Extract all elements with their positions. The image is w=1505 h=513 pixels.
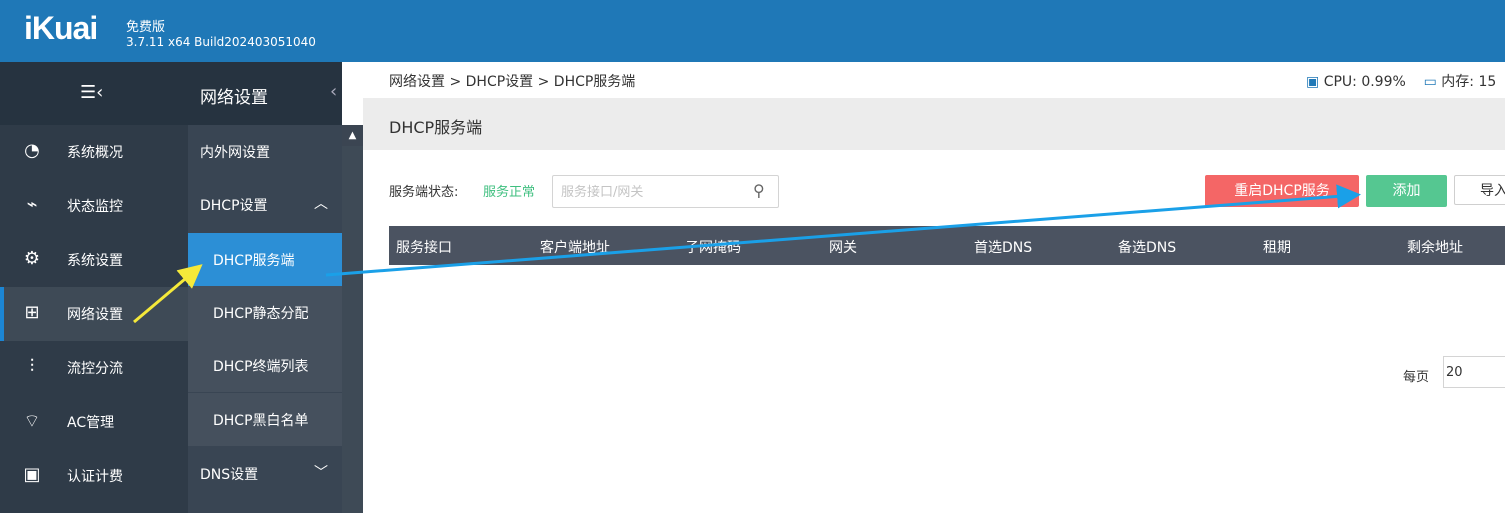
version-label: 3.7.11 x64 Build202403051040 bbox=[126, 35, 316, 49]
system-stats: ▣ CPU: 0.99% ▭ 内存: 15 bbox=[1306, 71, 1496, 91]
column-header[interactable]: 首选DNS bbox=[974, 237, 1032, 257]
sidebar-item-label: 认证计费 bbox=[67, 469, 123, 485]
memory-usage: 内存: 15 bbox=[1441, 74, 1497, 90]
dashboard-gauge-icon: ◔ bbox=[24, 140, 40, 161]
chevron-up-icon: ︿ bbox=[314, 196, 328, 212]
gear-icon: ⚙ bbox=[23, 248, 41, 269]
menu-group-dhcp[interactable]: DHCP设置 ︿ bbox=[188, 178, 342, 231]
search-icon[interactable]: ⚲ bbox=[753, 181, 765, 200]
sidebar-item-label: 状态监控 bbox=[67, 199, 123, 215]
column-header[interactable]: 租期 bbox=[1263, 237, 1291, 257]
column-header[interactable]: 服务接口 bbox=[396, 237, 452, 257]
sidebar-item-network-settings[interactable]: ⊞ 网络设置 bbox=[0, 287, 188, 341]
menu-group-dns[interactable]: DNS设置 ﹀ bbox=[188, 447, 342, 500]
menu-item-label: 内外网设置 bbox=[200, 145, 270, 161]
menu-collapse-icon: ☰‹ bbox=[80, 82, 104, 103]
top-header: iKuai 免费版 3.7.11 x64 Build202403051040 bbox=[0, 0, 1505, 62]
column-header[interactable]: 客户端地址 bbox=[540, 237, 610, 257]
menu-item-label: DHCP设置 bbox=[200, 198, 268, 214]
menu-item-dhcp-clients[interactable]: DHCP终端列表 bbox=[188, 339, 342, 392]
edition-label: 免费版 bbox=[126, 20, 166, 35]
memory-monitor-icon: ▭ bbox=[1423, 74, 1437, 90]
chevron-down-icon: ﹀ bbox=[314, 465, 328, 481]
menu-item-wan-lan[interactable]: 内外网设置 bbox=[188, 125, 342, 178]
menu-item-dhcp-blackwhite[interactable]: DHCP黑白名单 bbox=[188, 393, 342, 446]
menu-item-dhcp-static[interactable]: DHCP静态分配 bbox=[188, 286, 342, 339]
sliders-icon: ⫶ bbox=[29, 356, 35, 377]
network-topology-icon: ⊞ bbox=[24, 302, 40, 323]
per-page-value: 20 bbox=[1446, 365, 1463, 380]
collapse-chevron-icon[interactable]: ‹ bbox=[330, 81, 337, 102]
sidebar-item-system-settings[interactable]: ⚙ 系统设置 bbox=[0, 233, 188, 287]
sidebar-item-overview[interactable]: ◔ 系统概况 bbox=[0, 125, 188, 179]
sidebar-item-ac-management[interactable]: ⌔ AC管理 bbox=[0, 395, 188, 449]
server-status-label: 服务端状态: bbox=[389, 185, 459, 200]
wifi-box-icon: ⌔ bbox=[23, 411, 41, 432]
server-status-value: 服务正常 bbox=[483, 185, 536, 200]
sidebar-item-label: AC管理 bbox=[67, 415, 115, 431]
secondary-sidebar-header: 网络设置 ‹ bbox=[188, 62, 342, 125]
cpu-chip-icon: ▣ bbox=[1306, 74, 1320, 90]
per-page-select[interactable]: 20 bbox=[1443, 356, 1505, 388]
page-title: DHCP服务端 bbox=[389, 118, 483, 137]
restart-dhcp-button[interactable]: 重启DHCP服务 bbox=[1205, 175, 1359, 207]
column-header[interactable]: 剩余地址 bbox=[1407, 237, 1463, 257]
sidebar-item-label: 流控分流 bbox=[67, 361, 123, 377]
menu-item-label: DNS设置 bbox=[200, 467, 259, 483]
table-header: 服务接口 客户端地址 子网掩码 网关 首选DNS 备选DNS 租期 剩余地址 bbox=[389, 226, 1505, 265]
sidebar-collapse-toggle[interactable]: ☰‹ bbox=[0, 62, 188, 125]
sidebar-item-flow-control[interactable]: ⫶ 流控分流 bbox=[0, 341, 188, 395]
breadcrumb: 网络设置 > DHCP设置 > DHCP服务端 bbox=[389, 74, 636, 90]
sidebar-scrollbar-thumb[interactable] bbox=[342, 146, 363, 513]
menu-item-label: DHCP静态分配 bbox=[213, 306, 309, 322]
id-card-icon: ▣ bbox=[23, 464, 41, 485]
column-header[interactable]: 备选DNS bbox=[1118, 237, 1176, 257]
sidebar-item-label: 系统设置 bbox=[67, 253, 123, 269]
cpu-usage: CPU: 0.99% bbox=[1323, 74, 1406, 90]
menu-item-label: DHCP终端列表 bbox=[213, 359, 309, 375]
column-header[interactable]: 网关 bbox=[829, 237, 857, 257]
menu-item-label: DHCP服务端 bbox=[213, 253, 295, 269]
scroll-up-arrow-icon[interactable]: ▲ bbox=[342, 125, 363, 146]
search-input[interactable] bbox=[559, 182, 748, 203]
sidebar-item-label: 网络设置 bbox=[67, 307, 123, 323]
menu-item-dhcp-server[interactable]: DHCP服务端 bbox=[188, 233, 342, 286]
search-box: ⚲ bbox=[552, 175, 779, 208]
monitor-pulse-icon: ⌁ bbox=[26, 194, 38, 215]
menu-item-label: DHCP黑白名单 bbox=[213, 413, 309, 429]
secondary-sidebar: 网络设置 ‹ 内外网设置 DHCP设置 ︿ DHCP服务端 DHCP静态分配 D… bbox=[188, 62, 342, 513]
add-button[interactable]: 添加 bbox=[1366, 175, 1447, 207]
page-title-bar: DHCP服务端 bbox=[363, 98, 1505, 150]
brand-logo: iKuai bbox=[24, 10, 98, 46]
sidebar-item-monitor[interactable]: ⌁ 状态监控 bbox=[0, 179, 188, 233]
import-button[interactable]: 导入 bbox=[1454, 175, 1505, 205]
secondary-sidebar-title: 网络设置 bbox=[200, 88, 268, 108]
column-header[interactable]: 子网掩码 bbox=[685, 237, 741, 257]
per-page-label: 每页 bbox=[1403, 370, 1430, 385]
sidebar-item-label: 系统概况 bbox=[67, 145, 123, 161]
primary-sidebar: ☰‹ ◔ 系统概况 ⌁ 状态监控 ⚙ 系统设置 ⊞ 网络设置 ⫶ 流控分流 ⌔ … bbox=[0, 62, 188, 513]
sidebar-item-auth-billing[interactable]: ▣ 认证计费 bbox=[0, 449, 188, 503]
